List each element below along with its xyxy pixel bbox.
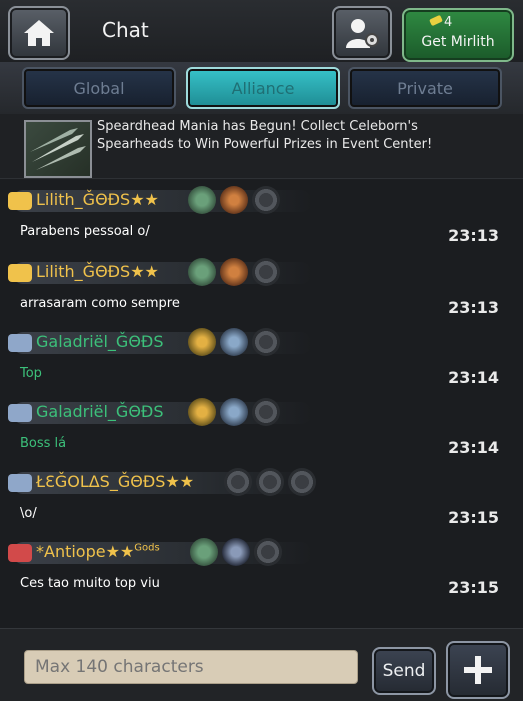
chat-message[interactable]: Galadriël_ǦΘÐS Top 23:14 [0,322,523,392]
username-text: *Antiope★★ [36,542,135,561]
user-badges [190,538,282,566]
plus-icon [464,656,492,684]
message-time: 23:13 [448,298,499,317]
scroll-icon [8,544,32,562]
event-news-banner[interactable]: Speardhead Mania has Begun! Collect Cele… [0,114,523,179]
mirlith-count: 4 [444,15,453,30]
red-crest-badge [220,258,248,286]
blue-crest-badge [220,328,248,356]
message-time: 23:14 [448,368,499,387]
message-text: Top [20,366,42,381]
message-time: 23:13 [448,226,499,245]
dark-crest-badge [222,538,250,566]
username[interactable]: Galadriël_ǦΘÐS [36,332,163,351]
blue-crest-badge [220,398,248,426]
user-badges [188,398,280,426]
empty-badge [256,468,284,496]
empty-badge [224,468,252,496]
red-crest-badge [220,186,248,214]
user-gear-icon [346,19,379,48]
add-button[interactable] [446,641,510,699]
get-mirlith-button[interactable]: 4 Get Mirlith [402,8,514,62]
send-button[interactable]: Send [372,647,436,695]
user-settings-button[interactable] [332,6,392,60]
gold-crest-badge [188,328,216,356]
empty-badge [252,258,280,286]
username-text: Galadriël_ǦΘÐS [36,332,164,351]
chat-message[interactable]: Lilith_ǦΘÐS★★ Parabens pessoal o/23:13 [0,180,523,250]
wing-icon [8,404,32,422]
message-time: 23:14 [448,438,499,457]
empty-badge [252,328,280,356]
chat-tabs: Global Alliance Private [0,62,523,114]
spearhead-thumbnail [24,120,92,178]
chat-message[interactable]: *Antiope★★Gods Ces tao muito top viu 23:15 [0,532,523,602]
empty-badge [252,398,280,426]
user-badges [188,186,280,214]
message-list[interactable]: Lilith_ǦΘÐS★★ Parabens pessoal o/23:13 Lil… [0,180,523,628]
message-input[interactable] [24,650,358,684]
chat-message[interactable]: Galadriël_ǦΘÐS Boss lá 23:14 [0,392,523,462]
crown-icon [8,192,32,210]
message-text: Ces tao muito top viu [20,576,160,591]
mirlith-icon [429,14,443,27]
get-mirlith-label: Get Mirlith [421,34,495,50]
gem-badge [188,186,216,214]
wing-icon [8,334,32,352]
gem-badge [190,538,218,566]
user-badges [224,468,316,496]
wing-icon [8,474,32,492]
tab-alliance[interactable]: Alliance [186,67,340,109]
home-button[interactable] [8,6,70,60]
username[interactable]: Lilith_ǦΘÐS★★ [36,262,159,281]
crown-icon [8,264,32,282]
username-text: Galadriël_ǦΘÐS [36,402,164,421]
message-text: Boss lá [20,436,67,451]
username-suffix: Gods [134,542,160,554]
message-text: Parabens pessoal o/ [20,224,150,239]
username-text: Lilith_ǦΘÐS★★ [36,262,159,281]
page-title: Chat [102,18,149,42]
top-bar: Chat 4 Get Mirlith [0,0,523,62]
empty-badge [254,538,282,566]
username[interactable]: *Antiope★★Gods [36,542,160,561]
username-text: Lilith_ǦΘÐS★★ [36,190,159,209]
news-text: Speardhead Mania has Begun! Collect Cele… [97,119,433,152]
gem-badge [188,258,216,286]
message-text: \o/ [20,506,37,521]
username[interactable]: Galadriël_ǦΘÐS [36,402,163,421]
empty-badge [252,186,280,214]
home-icon [24,20,54,46]
message-time: 23:15 [448,508,499,527]
gold-crest-badge [188,398,216,426]
message-text: arrasaram como sempre [20,296,180,311]
tab-global[interactable]: Global [22,67,176,109]
chat-message[interactable]: Lilith_ǦΘÐS★★ arrasaram como sempre 23:13 [0,252,523,322]
composer-bar: Send [0,628,523,701]
username-text: ŁƐǦOLΔS_ǦΘÐS★★ [36,472,195,491]
message-time: 23:15 [448,578,499,597]
tab-private[interactable]: Private [348,67,502,109]
empty-badge [288,468,316,496]
username[interactable]: Lilith_ǦΘÐS★★ [36,190,159,209]
username[interactable]: ŁƐǦOLΔS_ǦΘÐS★★ [36,472,194,491]
user-badges [188,258,280,286]
user-badges [188,328,280,356]
chat-message[interactable]: ŁƐǦOLΔS_ǦΘÐS★★ \o/23:15 [0,462,523,532]
